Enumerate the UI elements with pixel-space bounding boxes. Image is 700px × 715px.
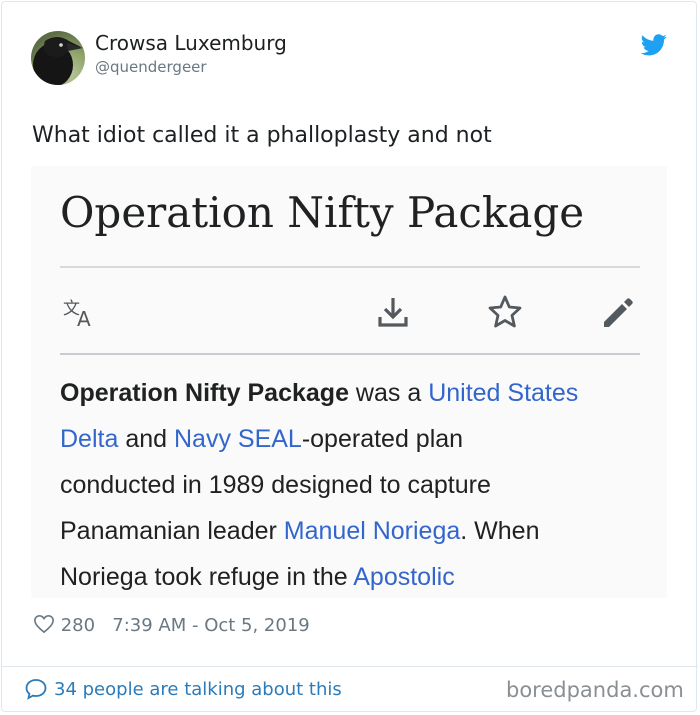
star-icon [486,293,524,331]
watermark: boredpanda.com [506,678,684,702]
avatar[interactable] [31,31,85,85]
conversation-link-label[interactable]: 34 people are talking about this [54,679,342,700]
wiki-link: United States [428,379,579,407]
tweet-header: Crowsa Luxemburg @quendergeer [31,30,671,88]
crow-avatar-icon [33,37,83,85]
wiki-bold-term: Operation Nifty Package [60,379,349,407]
footer-divider [2,666,698,667]
wiki-text-line: Panamanian leader Manuel Noriega. When [60,508,660,554]
speech-bubble-icon [24,677,48,701]
wiki-text-line: Delta and Navy SEAL-operated plan [60,416,660,462]
wiki-text: -operated plan [301,425,464,453]
wiki-link: Delta [60,425,119,453]
wiki-link: Apostolic [353,563,455,591]
wiki-text-line: conducted in 1989 designed to capture [60,462,660,508]
author-handle[interactable]: @quendergeer [95,58,207,76]
edit-pencil-icon [599,293,637,331]
wiki-page-title: Operation Nifty Package [60,188,585,237]
wiki-text-line: Operation Nifty Package was a United Sta… [60,370,660,416]
author-name[interactable]: Crowsa Luxemburg [95,31,287,55]
embedded-wikipedia-screenshot: Operation Nifty Package 文 A Operation Ni… [31,166,667,598]
wiki-text: and [118,425,174,453]
title-divider [60,266,640,268]
wiki-text: conducted in 1989 designed to capture [60,471,491,499]
heart-icon[interactable] [33,614,55,634]
tweet-meta: 280 7:39 AM - Oct 5, 2019 [33,614,310,640]
tweet-text: What idiot called it a phalloplasty and … [32,123,492,148]
wiki-text: . When [460,517,540,545]
wiki-text: Panamanian leader [60,517,284,545]
wiki-text: Noriega took refuge in the [60,563,354,591]
wiki-text-line: Noriega took refuge in the Apostolic [60,554,660,598]
conversation-link[interactable]: 34 people are talking about this [24,677,342,701]
wiki-text: was a [348,379,429,407]
wiki-link: Navy SEAL [173,425,302,453]
translate-icon: 文 A [60,293,98,331]
twitter-bird-icon[interactable] [640,34,667,56]
svg-text:A: A [77,307,91,331]
like-count[interactable]: 280 [61,615,95,636]
toolbar-divider [60,353,640,355]
wiki-intro-paragraph: Operation Nifty Package was a United Sta… [60,370,660,598]
wiki-link: Manuel Noriega [283,517,461,545]
tweet-timestamp[interactable]: 7:39 AM - Oct 5, 2019 [112,615,309,636]
download-icon [374,293,412,331]
